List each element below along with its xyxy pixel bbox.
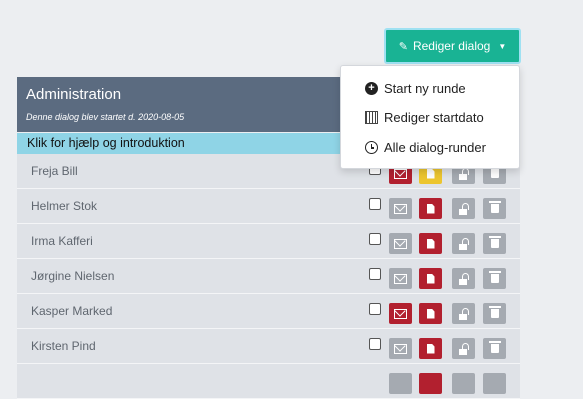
participant-name: Kirsten Pind — [31, 339, 96, 353]
pencil-icon: ✎ — [398, 40, 408, 53]
select-checkbox[interactable] — [369, 338, 381, 350]
document-icon — [426, 273, 435, 284]
participant-row: Jørgine Nielsen — [17, 259, 520, 294]
unlock-icon — [458, 342, 469, 355]
envelope-icon — [394, 273, 407, 284]
delete-button[interactable] — [483, 233, 506, 254]
plus-circle-icon: + — [365, 82, 378, 95]
document-icon — [426, 168, 435, 179]
menu-item-start-new-round[interactable]: + Start ny runde — [365, 81, 466, 96]
participant-name: Helmer Stok — [31, 199, 98, 213]
delete-button[interactable] — [483, 268, 506, 289]
participant-row — [17, 364, 520, 399]
envelope-icon — [394, 168, 407, 179]
participant-name: Kasper Marked — [31, 304, 113, 318]
unlock-button[interactable] — [452, 233, 475, 254]
envelope-icon — [394, 343, 407, 354]
unlock-button[interactable] — [452, 198, 475, 219]
menu-item-edit-start-date[interactable]: Rediger startdato — [365, 110, 484, 125]
clock-icon — [365, 141, 378, 154]
mail-button[interactable] — [389, 303, 412, 324]
mail-button[interactable] — [389, 373, 412, 394]
panel-title: Administration — [26, 86, 122, 103]
caret-down-icon: ▼ — [498, 41, 507, 51]
menu-item-label: Start ny runde — [384, 81, 466, 96]
select-checkbox[interactable] — [369, 303, 381, 315]
trash-icon — [488, 306, 501, 318]
edit-dialog-menu: + Start ny runde Rediger startdato Alle … — [340, 65, 520, 169]
document-icon — [426, 308, 435, 319]
unlock-button[interactable] — [452, 268, 475, 289]
calendar-icon — [365, 111, 378, 124]
mail-button[interactable] — [389, 198, 412, 219]
delete-button[interactable] — [483, 198, 506, 219]
edit-dialog-button[interactable]: ✎ Rediger dialog ▼ — [384, 28, 521, 64]
unlock-button[interactable] — [452, 373, 475, 394]
delete-button[interactable] — [483, 338, 506, 359]
participant-name: Freja Bill — [31, 164, 78, 178]
trash-icon — [488, 341, 501, 353]
unlock-icon — [458, 272, 469, 285]
participant-row: Helmer Stok — [17, 189, 520, 224]
select-checkbox[interactable] — [369, 233, 381, 245]
delete-button[interactable] — [483, 303, 506, 324]
menu-item-label: Rediger startdato — [384, 110, 484, 125]
document-button[interactable] — [419, 268, 442, 289]
document-button[interactable] — [419, 303, 442, 324]
unlock-icon — [458, 237, 469, 250]
unlock-icon — [458, 202, 469, 215]
trash-icon — [488, 236, 501, 248]
menu-item-label: Alle dialog-runder — [384, 140, 486, 155]
document-icon — [426, 238, 435, 249]
mail-button[interactable] — [389, 268, 412, 289]
panel-subtitle: Denne dialog blev startet d. 2020-08-05 — [26, 112, 185, 122]
document-button[interactable] — [419, 373, 442, 394]
participant-row: Irma Kafferi — [17, 224, 520, 259]
document-icon — [426, 203, 435, 214]
envelope-icon — [394, 308, 407, 319]
document-button[interactable] — [419, 233, 442, 254]
participant-name: Jørgine Nielsen — [31, 269, 115, 283]
mail-button[interactable] — [389, 338, 412, 359]
menu-item-all-rounds[interactable]: Alle dialog-runder — [365, 140, 486, 155]
participant-row: Kirsten Pind — [17, 329, 520, 364]
select-checkbox[interactable] — [369, 268, 381, 280]
unlock-button[interactable] — [452, 303, 475, 324]
delete-button[interactable] — [483, 373, 506, 394]
select-checkbox[interactable] — [369, 198, 381, 210]
mail-button[interactable] — [389, 233, 412, 254]
envelope-icon — [394, 238, 407, 249]
participant-list: Freja Bill Helmer Stok Irma Kafferi Jørg… — [17, 154, 520, 399]
edit-dialog-label: Rediger dialog — [412, 39, 491, 53]
trash-icon — [488, 166, 501, 178]
participant-row: Kasper Marked — [17, 294, 520, 329]
trash-icon — [488, 201, 501, 213]
document-button[interactable] — [419, 338, 442, 359]
document-button[interactable] — [419, 198, 442, 219]
unlock-icon — [458, 167, 469, 180]
unlock-button[interactable] — [452, 338, 475, 359]
trash-icon — [488, 271, 501, 283]
unlock-icon — [458, 307, 469, 320]
envelope-icon — [394, 203, 407, 214]
participant-name: Irma Kafferi — [31, 234, 93, 248]
document-icon — [426, 343, 435, 354]
